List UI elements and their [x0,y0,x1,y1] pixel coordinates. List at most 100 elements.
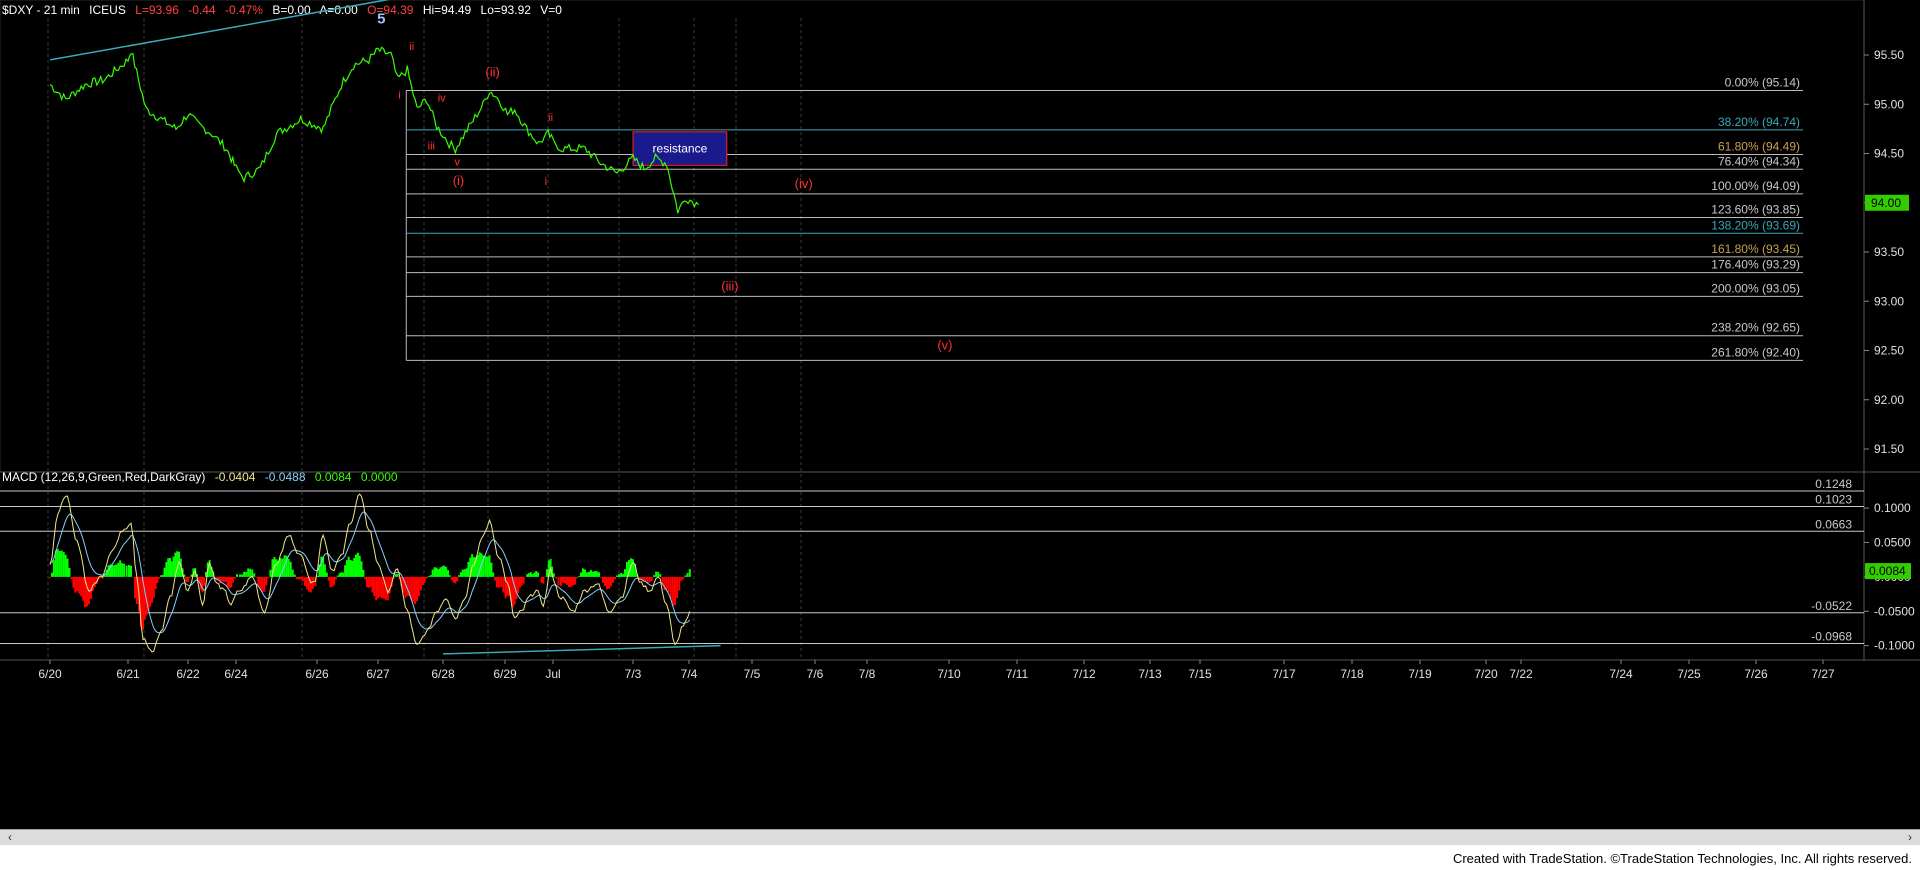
time-tick-label: 7/22 [1509,667,1533,681]
wave-label: i [545,176,547,188]
fib-level-label: 238.20% (92.65) [1711,321,1800,335]
wave-label: iii [428,141,435,153]
change-percent: -0.47% [225,3,263,17]
time-tick-label: 7/3 [625,667,642,681]
fib-level-label: 161.80% (93.45) [1711,242,1800,256]
fib-level-label: 76.40% (94.34) [1718,154,1800,168]
time-tick-label: 7/27 [1811,667,1835,681]
fib-level-label: 123.60% (93.85) [1711,203,1800,217]
time-tick-label: 6/29 [493,667,517,681]
macd-tick-label: 0.1000 [1874,501,1911,515]
macd-level-label: 0.1023 [1815,492,1852,506]
wave-label: iv [438,92,446,104]
macd-current-label: 0.0084 [1869,564,1906,578]
macd-tick-label: -0.1000 [1874,639,1915,653]
time-tick-label: 7/20 [1474,667,1498,681]
ask: A=0.00 [319,3,358,17]
price-tick-label: 92.50 [1874,344,1904,358]
time-tick-label: 7/17 [1272,667,1296,681]
time-tick-label: Jul [545,667,560,681]
change: -0.44 [188,3,216,17]
macd-level-label: -0.0968 [1811,629,1852,643]
volume: V=0 [540,3,562,17]
time-tick-label: 6/24 [224,667,248,681]
time-tick-label: 7/5 [744,667,761,681]
macd-level-label: 0.0663 [1815,517,1852,531]
wave-label: (i) [453,173,465,188]
time-tick-label: 7/13 [1138,667,1162,681]
fib-level-label: 138.20% (93.69) [1711,218,1800,232]
time-tick-label: 7/18 [1340,667,1364,681]
macd-tick-label: -0.0500 [1874,604,1915,618]
time-tick-label: 7/26 [1744,667,1768,681]
macd-value: -0.0404 [215,470,256,484]
wave-label: v [455,156,461,168]
copyright-text: Created with TradeStation. ©TradeStation… [1452,851,1912,866]
time-tick-label: 7/25 [1677,667,1701,681]
macd-trendline [442,644,721,655]
wave-label: (iii) [721,278,738,293]
wave-label: (iv) [795,176,813,191]
price-tick-label: 94.50 [1874,147,1904,161]
macd-label: MACD (12,26,9,Green,Red,DarkGray) [2,470,205,484]
macd-zero-value: 0.0000 [361,470,398,484]
wave-label: i [398,89,400,101]
price-axis: 95.50 95.00 94.50 94.00 93.50 93.00 92.50 92.00… [1864,48,1909,456]
price-tick-label: 91.50 [1874,442,1904,456]
wave-label: 5 [377,10,385,27]
time-tick-label: 6/22 [176,667,200,681]
macd-series [49,493,721,655]
time-tick-label: 7/10 [937,667,961,681]
macd-level-label: -0.0522 [1811,599,1852,613]
fib-level-label: 61.80% (94.49) [1718,139,1800,153]
scroll-left-arrow-icon[interactable]: ‹ [2,830,18,845]
fib-level-label: 200.00% (93.05) [1711,281,1800,295]
price-tick-label: 93.00 [1874,294,1904,308]
fib-level-label: 0.00% (95.14) [1725,75,1800,89]
macd-tick-label: 0.0500 [1874,535,1911,549]
time-tick-label: 7/24 [1609,667,1633,681]
time-tick-label: 7/4 [681,667,698,681]
price-tick-label: 95.00 [1874,97,1904,111]
low: Lo=93.92 [481,3,532,17]
time-tick-label: 6/28 [431,667,455,681]
time-tick-label: 7/12 [1072,667,1096,681]
chart-canvas[interactable]: $DXY - 21 min ICEUS L=93.96 -0.44 -0.47%… [0,0,1920,829]
horizontal-scrollbar[interactable]: ‹ › [0,829,1920,845]
exchange: ICEUS [89,3,126,17]
fib-level-label: 261.80% (92.40) [1711,345,1800,359]
wave-label: ii [548,112,553,124]
price-panel [0,0,1865,473]
time-tick-label: 7/11 [1006,667,1029,681]
time-tick-label: 6/26 [305,667,329,681]
macd-axis: 0.10000.05000.0000-0.0500-0.10000.0084 [1864,501,1915,653]
high: Hi=94.49 [423,3,472,17]
macd-header: MACD (12,26,9,Green,Red,DarkGray) -0.040… [2,470,398,484]
macd-diff-value: 0.0084 [315,470,352,484]
time-tick-label: 7/15 [1188,667,1212,681]
time-tick-label: 7/8 [859,667,876,681]
price-tick-label: 93.50 [1874,245,1904,259]
time-tick-label: 6/21 [116,667,140,681]
time-axis: 6/20 6/21 6/22 6/24 6/26 6/27 6/28 6/29 Jul 7/3 7/… [38,660,1835,681]
time-tick-label: 7/6 [807,667,824,681]
wave-label: (v) [937,338,952,353]
time-tick-label: 6/27 [366,667,390,681]
resistance-zone[interactable]: resistance [632,131,728,166]
fib-level-label: 176.40% (93.29) [1711,258,1800,272]
scroll-right-arrow-icon[interactable]: › [1902,830,1918,845]
footer: Created with TradeStation. ©TradeStation… [0,845,1920,870]
price-tick-label: 95.50 [1874,48,1904,62]
macd-avg-value: -0.0488 [265,470,306,484]
wave-label: (ii) [485,65,499,80]
symbol: $DXY - 21 min [2,3,80,17]
last-price: L=93.96 [135,3,179,17]
current-price-label: 94.00 [1871,196,1901,210]
fib-level-label: 100.00% (94.09) [1711,179,1800,193]
resistance-label: resistance [653,142,708,156]
fib-level-label: 38.20% (94.74) [1718,115,1800,129]
time-tick-label: 7/19 [1408,667,1432,681]
macd-level-label: 0.1248 [1815,477,1852,491]
wave-label: ii [409,41,414,53]
open: O=94.39 [367,3,414,17]
